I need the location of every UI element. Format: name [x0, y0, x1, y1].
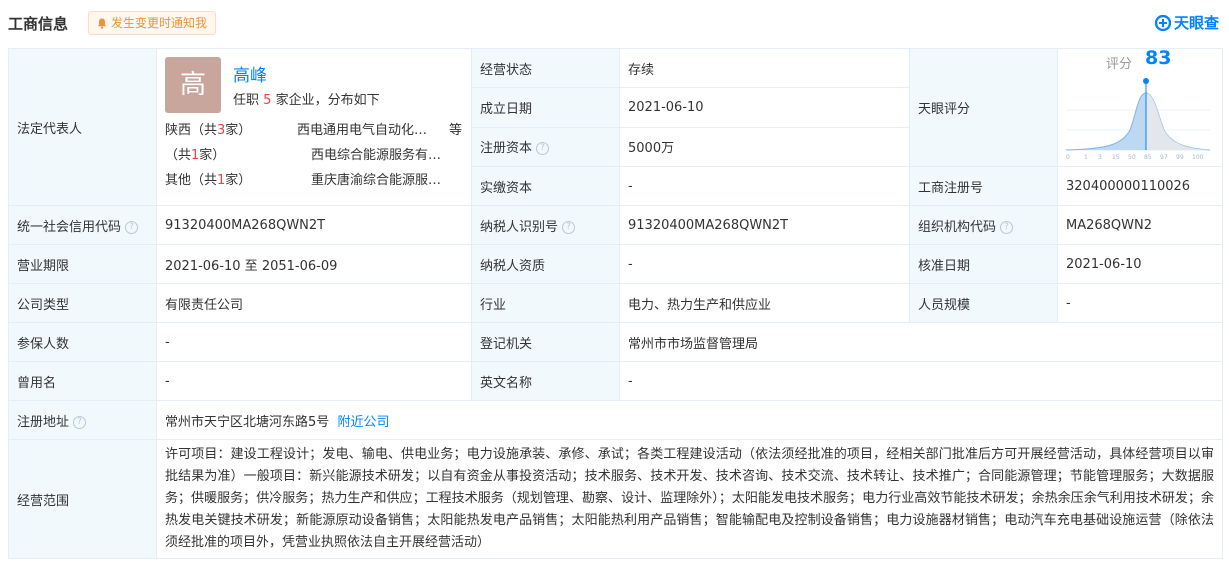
company-link[interactable]: 重庆唐渝综合能源服… [311, 169, 441, 188]
company-type-value: 有限责任公司 [156, 283, 472, 323]
legal-person-summary: 任职 5 家企业，分布如下 [233, 93, 380, 108]
term-value: 2021-06-10 至 2051-06-09 [156, 244, 472, 284]
org-code-label: 组织机构代码 [918, 219, 997, 235]
insured-label: 参保人数 [8, 322, 157, 362]
section-title: 工商信息 [8, 15, 69, 33]
company-type-label: 公司类型 [8, 283, 157, 323]
status-value: 存续 [619, 47, 910, 89]
section-header: 工商信息 发生变更时通知我 天眼查 [0, 0, 1229, 46]
help-icon[interactable]: ? [1000, 220, 1014, 234]
score-tick: 3 [1098, 154, 1102, 161]
former-name-value: - [156, 361, 472, 401]
help-icon[interactable]: ? [562, 220, 576, 234]
region-row: 其他（共1家） [165, 173, 252, 188]
score-tick: 50 [1128, 154, 1136, 161]
industry-value: 电力、热力生产和供应业 [619, 283, 910, 323]
etc-text: 等 [449, 123, 463, 138]
status-label: 经营状态 [471, 47, 620, 89]
bell-icon [97, 18, 107, 29]
score-cell: 评分 83 0 1 3 15 50 85 97 99 100 [1057, 47, 1223, 167]
score-tick: 1 [1084, 154, 1088, 161]
scope-label: 经营范围 [8, 439, 157, 559]
score-tick: 0 [1066, 154, 1070, 161]
address-label: 注册地址 [17, 414, 70, 430]
capital-value: 5000万 [619, 126, 910, 168]
score-caption: 评分 [1106, 57, 1133, 72]
logo-text: 天眼查 [1173, 14, 1219, 32]
reg-no-label: 工商注册号 [909, 166, 1058, 206]
notify-button[interactable]: 发生变更时通知我 [88, 11, 217, 35]
address-value: 常州市天宁区北塘河东路5号 [165, 414, 330, 430]
paid-capital-value: - [619, 166, 910, 206]
address-label-cell: 注册地址? [8, 400, 157, 440]
approve-date-value: 2021-06-10 [1057, 244, 1223, 284]
authority-value: 常州市市场监督管理局 [619, 322, 1223, 362]
logo-icon [1154, 14, 1171, 31]
score-tick: 85 [1144, 154, 1152, 161]
taxpayer-id-label-cell: 纳税人识别号? [471, 205, 620, 245]
notify-label: 发生变更时通知我 [111, 16, 208, 30]
reg-no-value: 320400000110026 [1057, 166, 1223, 206]
english-name-label: 英文名称 [471, 361, 620, 401]
term-label: 营业期限 [8, 244, 157, 284]
industry-label: 行业 [471, 283, 620, 323]
region-row: （共1家） [165, 148, 226, 163]
score-distribution-chart: 0 1 3 15 50 85 97 99 100 [1066, 78, 1210, 161]
english-name-value: - [619, 361, 1223, 401]
found-date-value: 2021-06-10 [619, 87, 910, 128]
capital-label-cell: 注册资本? [471, 126, 620, 168]
staff-size-value: - [1057, 283, 1223, 323]
score-tick: 100 [1192, 154, 1204, 161]
avatar[interactable]: 高 [165, 57, 221, 113]
found-date-label: 成立日期 [471, 87, 620, 128]
tax-qualification-value: - [619, 244, 910, 284]
tianyancha-logo[interactable]: 天眼查 [1154, 12, 1219, 33]
credit-code-label: 统一社会信用代码 [17, 219, 122, 235]
approve-date-label: 核准日期 [909, 244, 1058, 284]
company-link[interactable]: 西电综合能源服务有… [311, 144, 441, 163]
region-row: 陕西（共3家） [165, 123, 252, 138]
tax-qualification-label: 纳税人资质 [471, 244, 620, 284]
company-link[interactable]: 西电通用电气自动化… [297, 119, 427, 138]
nearby-companies-link[interactable]: 附近公司 [338, 415, 390, 430]
capital-label: 注册资本 [480, 141, 533, 157]
paid-capital-label: 实缴资本 [471, 166, 620, 206]
address-cell: 常州市天宁区北塘河东路5号 附近公司 [156, 400, 1223, 440]
help-icon[interactable]: ? [536, 142, 550, 156]
credit-code-value: 91320400MA268QWN2T [156, 205, 472, 245]
score-value[interactable]: 83 [1145, 47, 1171, 69]
score-label: 天眼评分 [909, 48, 1058, 167]
score-tick: 15 [1112, 154, 1120, 161]
org-code-label-cell: 组织机构代码? [909, 205, 1058, 245]
scope-value: 许可项目：建设工程设计；发电、输电、供电业务；电力设施承装、承修、承试；各类工程… [156, 439, 1223, 559]
staff-size-label: 人员规模 [909, 283, 1058, 323]
former-name-label: 曾用名 [8, 361, 157, 401]
help-icon[interactable]: ? [125, 220, 139, 234]
help-icon[interactable]: ? [73, 415, 87, 429]
score-tick: 99 [1176, 154, 1184, 161]
legal-person-label: 法定代表人 [8, 48, 157, 206]
business-info-table: 法定代表人 高 高峰 任职 5 家企业，分布如下 陕西（共3家） 西电通用电气自… [8, 47, 1223, 559]
taxpayer-id-value: 91320400MA268QWN2T [619, 205, 910, 245]
credit-code-label-cell: 统一社会信用代码? [8, 205, 157, 245]
legal-person-name[interactable]: 高峰 [233, 61, 267, 86]
score-tick: 97 [1160, 154, 1168, 161]
org-code-value: MA268QWN2 [1057, 205, 1223, 245]
insured-value: - [156, 322, 472, 362]
authority-label: 登记机关 [471, 322, 620, 362]
legal-person-cell: 高 高峰 任职 5 家企业，分布如下 陕西（共3家） 西电通用电气自动化… 等 … [156, 48, 472, 206]
taxpayer-id-label: 纳税人识别号 [480, 219, 559, 235]
